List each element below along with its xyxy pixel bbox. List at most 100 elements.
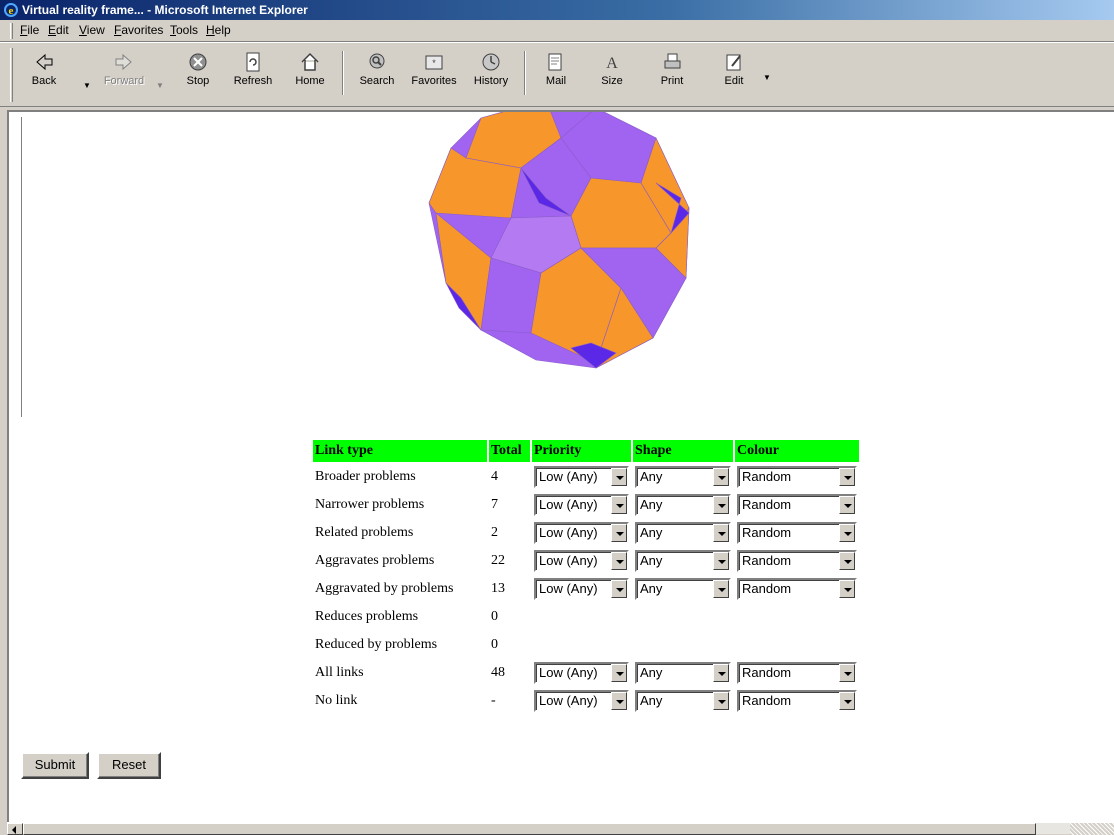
shape-select[interactable]: Any <box>635 690 731 712</box>
colour-select[interactable]: Random <box>737 690 857 712</box>
dropdown-arrow-icon[interactable] <box>839 664 855 682</box>
stop-button[interactable]: Stop <box>178 49 218 101</box>
scroll-left-icon[interactable] <box>7 823 23 835</box>
colour-select-value: Random <box>742 581 792 596</box>
favorites-label: Favorites <box>411 75 457 87</box>
search-button[interactable]: Search <box>354 49 400 101</box>
colour-select[interactable]: Random <box>737 550 857 572</box>
shape-select[interactable]: Any <box>635 522 731 544</box>
dropdown-arrow-icon[interactable] <box>839 552 855 570</box>
mail-label: Mail <box>545 75 567 87</box>
refresh-label: Refresh <box>233 75 273 87</box>
print-button[interactable]: Print <box>654 49 690 101</box>
shape-select[interactable]: Any <box>635 466 731 488</box>
dropdown-arrow-icon[interactable] <box>713 552 729 570</box>
favorites-icon: * <box>425 55 443 70</box>
dropdown-arrow-icon[interactable] <box>839 468 855 486</box>
shape-select[interactable]: Any <box>635 662 731 684</box>
menubar-grip[interactable] <box>10 23 13 39</box>
window-title: Virtual reality frame... - Microsoft Int… <box>22 3 308 17</box>
colour-cell: Random <box>735 464 859 490</box>
page-viewport: Link type Total Priority Shape Colour Br… <box>7 110 1114 822</box>
edit-page-icon <box>726 54 741 71</box>
dropdown-arrow-icon[interactable] <box>713 580 729 598</box>
refresh-button[interactable]: Refresh <box>228 49 278 101</box>
mail-button[interactable]: Mail <box>536 49 576 101</box>
shape-cell: Any <box>633 688 733 714</box>
history-button[interactable]: History <box>468 49 514 101</box>
shape-select[interactable]: Any <box>635 494 731 516</box>
dropdown-arrow-icon[interactable] <box>713 524 729 542</box>
priority-select[interactable]: Low (Any) <box>534 690 629 712</box>
priority-select[interactable]: Low (Any) <box>534 662 629 684</box>
dropdown-arrow-icon[interactable] <box>611 496 627 514</box>
shape-cell: Any <box>633 520 733 546</box>
menu-edit[interactable]: Edit <box>48 23 69 37</box>
stop-label: Stop <box>186 75 210 87</box>
table-row: Aggravated by problems 13 Low (Any) Any Rand… <box>313 576 859 602</box>
dropdown-arrow-icon[interactable] <box>611 468 627 486</box>
colour-select[interactable]: Random <box>737 578 857 600</box>
submit-button[interactable]: Submit <box>21 752 89 779</box>
shape-select[interactable]: Any <box>635 550 731 572</box>
dropdown-arrow-icon[interactable] <box>611 552 627 570</box>
svg-text:A: A <box>606 55 618 72</box>
dropdown-arrow-icon[interactable] <box>611 524 627 542</box>
polyhedron-vr-image[interactable] <box>421 110 711 398</box>
dropdown-arrow-icon[interactable] <box>611 692 627 710</box>
dropdown-arrow-icon[interactable] <box>839 496 855 514</box>
dropdown-arrow-icon[interactable] <box>713 468 729 486</box>
link-type-cell: All links <box>315 665 364 680</box>
shape-cell: Any <box>633 464 733 490</box>
dropdown-arrow-icon[interactable] <box>839 692 855 710</box>
priority-select[interactable]: Low (Any) <box>534 466 629 488</box>
dropdown-arrow-icon[interactable] <box>611 580 627 598</box>
edit-button[interactable]: Edit <box>716 49 752 101</box>
dropdown-arrow-icon[interactable] <box>611 664 627 682</box>
forward-button[interactable]: Forward <box>100 49 148 101</box>
priority-select[interactable]: Low (Any) <box>534 550 629 572</box>
priority-select[interactable]: Low (Any) <box>534 578 629 600</box>
menu-help[interactable]: Help <box>206 23 231 37</box>
colour-select[interactable]: Random <box>737 662 857 684</box>
colour-select-value: Random <box>742 665 792 680</box>
dropdown-arrow-icon[interactable] <box>713 692 729 710</box>
priority-select[interactable]: Low (Any) <box>534 494 629 516</box>
menu-file[interactable]: File <box>20 23 39 37</box>
shape-select[interactable]: Any <box>635 578 731 600</box>
header-priority: Priority <box>532 440 631 462</box>
back-button[interactable]: Back <box>26 49 62 101</box>
back-dropdown-icon[interactable]: ▼ <box>83 81 91 90</box>
colour-select[interactable]: Random <box>737 494 857 516</box>
dropdown-arrow-icon[interactable] <box>713 496 729 514</box>
favorites-button[interactable]: * Favorites <box>406 49 462 101</box>
shape-select-value: Any <box>640 665 663 680</box>
frame-border <box>21 117 23 417</box>
table-row: All links 48 Low (Any) Any Random <box>313 660 859 686</box>
colour-select[interactable]: Random <box>737 466 857 488</box>
forward-dropdown-icon[interactable]: ▼ <box>156 81 164 90</box>
reset-button[interactable]: Reset <box>97 752 161 779</box>
scroll-thumb[interactable] <box>23 823 1036 835</box>
dropdown-arrow-icon[interactable] <box>839 524 855 542</box>
toolbar-grip[interactable] <box>10 48 13 102</box>
size-button[interactable]: A Size <box>592 49 632 101</box>
menu-view[interactable]: View <box>79 23 105 37</box>
home-button[interactable]: Home <box>290 49 330 101</box>
colour-select[interactable]: Random <box>737 522 857 544</box>
link-type-cell: Aggravates problems <box>315 553 435 568</box>
title-bar: e Virtual reality frame... - Microsoft I… <box>0 0 1114 20</box>
colour-select-value: Random <box>742 693 792 708</box>
back-arrow-icon <box>36 53 53 71</box>
dropdown-arrow-icon[interactable] <box>713 664 729 682</box>
svg-text:e: e <box>9 5 14 17</box>
toolbar-more-icon[interactable]: ▼ <box>763 73 771 82</box>
colour-cell: Random <box>735 660 859 686</box>
resize-grip[interactable] <box>1070 823 1114 835</box>
menu-favorites[interactable]: Favorites <box>114 23 163 37</box>
dropdown-arrow-icon[interactable] <box>839 580 855 598</box>
menu-tools[interactable]: Tools <box>170 23 198 37</box>
shape-select-value: Any <box>640 693 663 708</box>
priority-select[interactable]: Low (Any) <box>534 522 629 544</box>
horizontal-scrollbar[interactable] <box>7 822 1114 835</box>
